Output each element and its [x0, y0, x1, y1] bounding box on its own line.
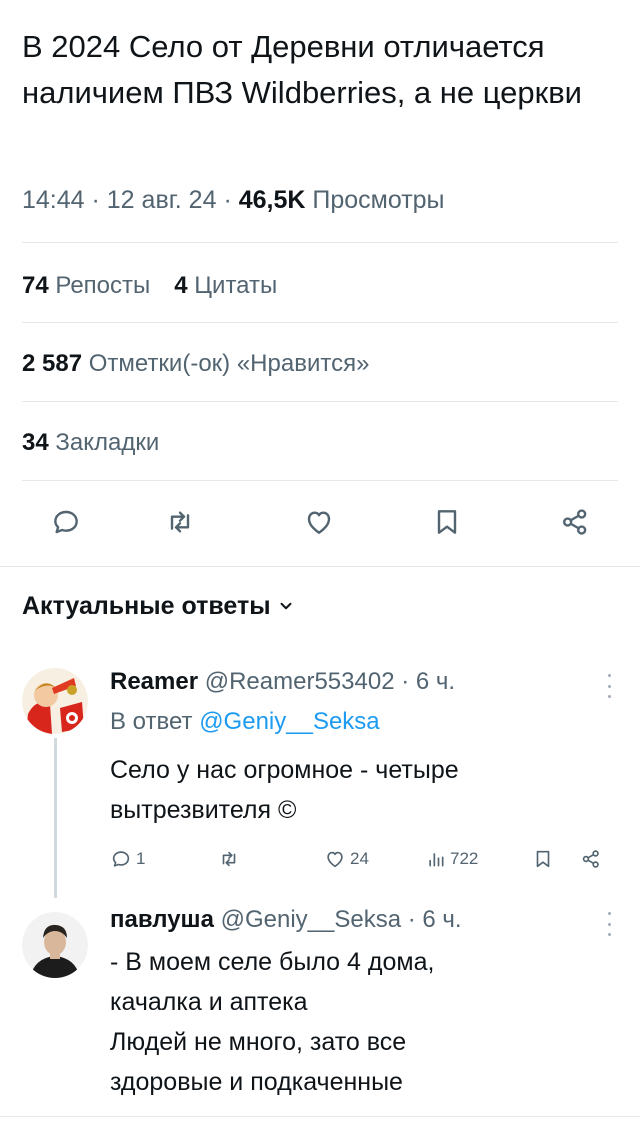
quotes-stat[interactable]: 4 Цитаты — [174, 272, 277, 299]
reply-icon — [112, 851, 130, 867]
reposts-stat[interactable]: 74 Репосты — [22, 272, 150, 299]
quotes-count: 4 — [174, 272, 188, 299]
like-button[interactable] — [299, 496, 339, 548]
time-separator: · — [401, 906, 423, 933]
retweet-icon — [222, 851, 236, 867]
reply-time[interactable]: 6 ч. — [422, 906, 461, 933]
reply-author-name[interactable]: павлуша — [110, 906, 214, 933]
reply-text-line: качалка и аптека — [110, 988, 308, 1016]
reply-author-handle[interactable]: @Geniy__Seksa — [221, 906, 401, 933]
reply-to-handle[interactable]: @Geniy__Seksa — [199, 708, 379, 735]
tweet-detail-page: В 2024 Село от Деревни отличается наличи… — [0, 0, 640, 1142]
reply-to-line: В ответ @Geniy__Seksa — [110, 708, 380, 736]
divider — [22, 242, 618, 243]
views-icon — [429, 853, 444, 867]
reposts-quotes-row: 74 Репосты 4 Цитаты — [22, 272, 277, 300]
quotes-label: Цитаты — [187, 272, 278, 299]
time-separator: · — [394, 668, 416, 695]
reply-reply-button[interactable]: 1 — [110, 844, 145, 874]
likes-label: Отметки(-ок) «Нравится» — [82, 350, 370, 377]
meta-separator: · — [84, 186, 107, 214]
avatar[interactable] — [22, 912, 88, 978]
reply-header: Reamer @Reamer553402 · 6 ч. — [110, 668, 455, 696]
divider — [22, 322, 618, 323]
reply-button[interactable] — [46, 496, 86, 548]
reply-like-button[interactable]: 24 — [324, 844, 369, 874]
like-count: 24 — [350, 849, 369, 868]
more-options-button[interactable] — [604, 674, 614, 698]
share-icon — [582, 850, 599, 868]
reply-author-handle[interactable]: @Reamer553402 — [205, 668, 395, 695]
reply-time[interactable]: 6 ч. — [416, 668, 455, 695]
likes-stat[interactable]: 2 587 Отметки(-ок) «Нравится» — [22, 350, 369, 378]
bookmark-icon — [437, 510, 457, 534]
section-title[interactable]: Актуальные ответы — [22, 592, 295, 622]
reply-icon — [54, 510, 78, 534]
tweet-text: В 2024 Село от Деревни отличается наличи… — [22, 29, 582, 110]
reply-text-line: здоровые и подкаченные — [110, 1068, 403, 1096]
share-icon — [563, 509, 587, 535]
reply-count: 1 — [136, 849, 146, 868]
divider — [22, 401, 618, 402]
bookmarks-stat[interactable]: 34 Закладки — [22, 429, 159, 457]
bookmark-icon — [536, 850, 550, 868]
reposts-label: Репосты — [48, 272, 151, 299]
like-icon — [307, 511, 331, 534]
reply-text-line: Людей не много, зато все — [110, 1028, 407, 1056]
reply-bookmark-button[interactable] — [532, 844, 554, 874]
reply-to-label: В ответ — [110, 708, 200, 735]
retweet-button[interactable] — [160, 496, 200, 548]
reply-text: - В моем селе было 4 дома, качалка и апт… — [110, 942, 590, 1102]
meta-separator: · — [216, 186, 239, 214]
retweet-icon — [170, 511, 190, 533]
view-count: 722 — [450, 849, 479, 868]
reply-text: Село у нас огромное - четыре вытрезвител… — [110, 756, 459, 824]
chevron-down-icon — [277, 593, 295, 622]
thread-line — [54, 738, 57, 898]
share-button[interactable] — [555, 496, 595, 548]
avatar[interactable] — [22, 668, 88, 734]
tweet-meta: 14:44 · 12 авг. 24 · 46,5K Просмотры — [22, 186, 445, 215]
more-options-button[interactable] — [604, 912, 614, 936]
bookmarks-count: 34 — [22, 429, 49, 456]
views-count: 46,5K — [238, 186, 306, 214]
reply-views-button[interactable]: 722 — [426, 844, 478, 874]
likes-count: 2 587 — [22, 350, 83, 377]
section-title-label: Актуальные ответы — [22, 592, 271, 620]
reply-text-line: - В моем селе было 4 дома, — [110, 948, 435, 976]
divider — [0, 566, 640, 567]
reply-author-name[interactable]: Reamer — [110, 668, 198, 695]
tweet-time[interactable]: 14:44 — [22, 186, 85, 214]
reply-share-button[interactable] — [580, 844, 602, 874]
bookmarks-label: Закладки — [48, 429, 160, 456]
views-label: Просмотры — [305, 186, 445, 214]
divider — [0, 1116, 640, 1117]
tweet-action-bar — [0, 496, 640, 548]
reposts-count: 74 — [22, 272, 49, 299]
reply-header: павлуша @Geniy__Seksa · 6 ч. — [110, 906, 462, 934]
divider — [22, 480, 618, 481]
reply-action-bar: 1 24 722 — [0, 844, 640, 874]
tweet-date[interactable]: 12 авг. 24 — [107, 186, 217, 214]
bookmark-button[interactable] — [427, 496, 467, 548]
like-icon — [327, 851, 343, 868]
reply-retweet-button[interactable] — [218, 844, 244, 874]
